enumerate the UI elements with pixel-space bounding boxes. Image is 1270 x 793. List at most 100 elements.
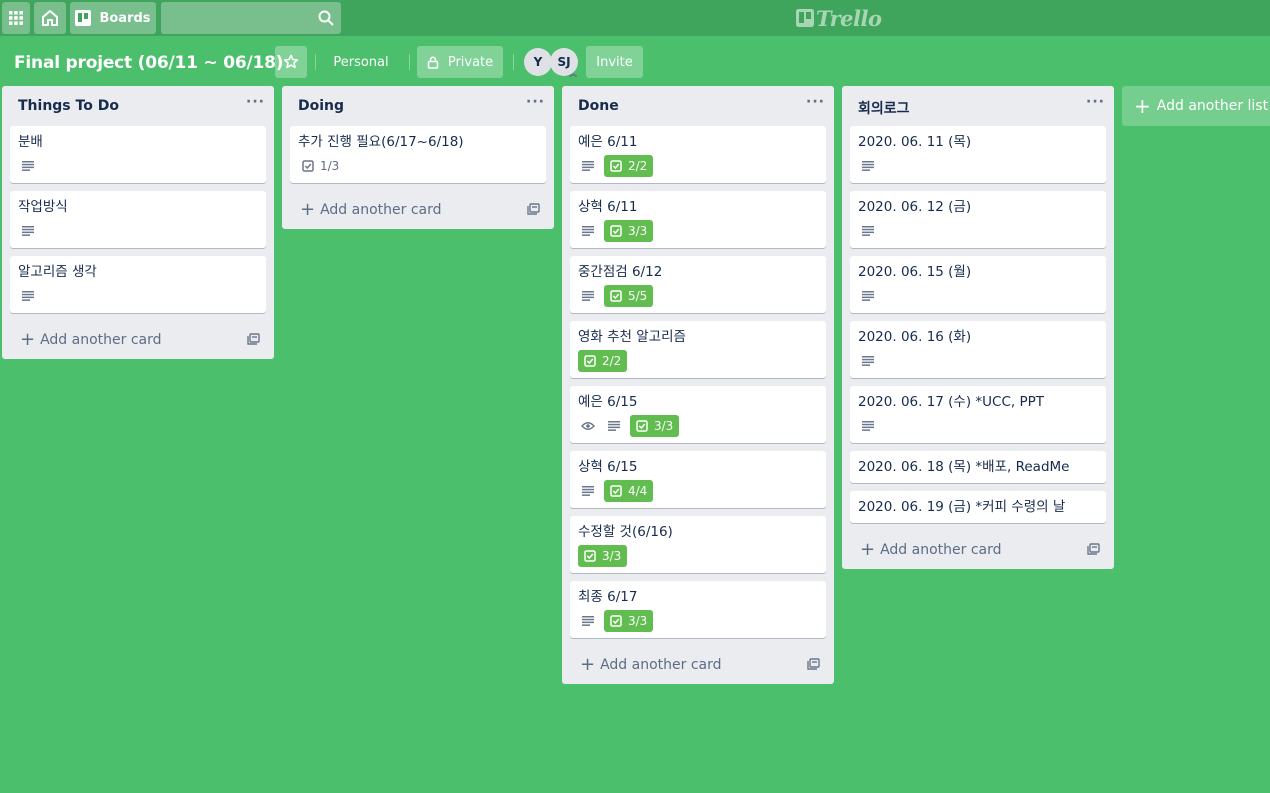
- card[interactable]: 2020. 06. 15 (월): [850, 256, 1106, 313]
- card-template-icon[interactable]: [1087, 543, 1100, 559]
- avatar-initials: SJ: [557, 55, 571, 69]
- list-menu-icon[interactable]: ···: [1086, 95, 1104, 112]
- trello-logo[interactable]: Trello: [796, 4, 882, 32]
- list-header[interactable]: Done ···: [562, 86, 834, 126]
- card[interactable]: 상혁 6/11 3/3: [570, 191, 826, 248]
- trello-logo-icon: [796, 9, 814, 27]
- checklist-count: 3/3: [602, 549, 622, 563]
- card[interactable]: 수정할 것(6/16) 3/3: [570, 516, 826, 573]
- description-icon: [578, 156, 598, 176]
- invite-button[interactable]: Invite: [586, 46, 643, 78]
- member-avatar[interactable]: Y: [524, 48, 552, 76]
- card[interactable]: 중간점검 6/12 5/5: [570, 256, 826, 313]
- card[interactable]: 2020. 06. 19 (금) *커피 수령의 날: [850, 491, 1106, 523]
- card[interactable]: 영화 추천 알고리즘 2/2: [570, 321, 826, 378]
- description-icon: [858, 221, 878, 241]
- description-icon: [604, 416, 624, 436]
- description-icon: [18, 156, 38, 176]
- card[interactable]: 추가 진행 필요(6/17~6/18) 1/3: [290, 126, 546, 183]
- card-title: 예은 6/11: [578, 134, 638, 150]
- plus-icon: +: [860, 539, 876, 560]
- description-icon: [578, 286, 598, 306]
- list-menu-icon[interactable]: ···: [526, 95, 544, 112]
- card-template-icon[interactable]: [247, 333, 260, 349]
- checklist-badge: 3/3: [630, 415, 680, 437]
- add-list-button[interactable]: + Add another list: [1122, 86, 1270, 126]
- apps-grid-icon: [9, 11, 23, 25]
- add-card-label: Add another card: [880, 542, 1002, 558]
- team-personal-button[interactable]: Personal: [321, 46, 401, 78]
- add-card-button[interactable]: + Add another card: [10, 321, 266, 359]
- boards-icon: [75, 10, 92, 26]
- card-badges: 1/3: [298, 153, 538, 179]
- search-icon: [318, 10, 334, 26]
- checklist-badge: 5/5: [604, 285, 654, 307]
- board-title[interactable]: Final project (06/11 ~ 06/18): [14, 50, 284, 76]
- card-title: 상혁 6/15: [578, 459, 638, 475]
- list-menu-icon[interactable]: ···: [806, 95, 824, 112]
- checklist-count: 3/3: [628, 224, 648, 238]
- card[interactable]: 작업방식: [10, 191, 266, 248]
- card-title: 2020. 06. 17 (수) *UCC, PPT: [858, 394, 1045, 410]
- plus-icon: +: [580, 654, 596, 675]
- boards-button[interactable]: Boards: [70, 2, 156, 34]
- list: Things To Do ··· 분배작업방식알고리즘 생각 + Add another…: [2, 86, 274, 359]
- header-divider: [409, 54, 410, 70]
- card-badges: 3/3: [578, 543, 818, 569]
- card[interactable]: 2020. 06. 16 (화): [850, 321, 1106, 378]
- apps-button[interactable]: [2, 2, 30, 34]
- card[interactable]: 예은 6/11 2/2: [570, 126, 826, 183]
- checklist-count: 2/2: [628, 159, 648, 173]
- visibility-private-button[interactable]: Private: [417, 46, 503, 78]
- card-badges: [18, 283, 258, 309]
- add-card-button[interactable]: + Add another card: [290, 191, 546, 229]
- logo-text: Trello: [816, 5, 882, 31]
- card-template-icon[interactable]: [527, 203, 540, 219]
- card-title: 최종 6/17: [578, 589, 638, 605]
- checklist-count: 2/2: [602, 354, 622, 368]
- card[interactable]: 2020. 06. 17 (수) *UCC, PPT: [850, 386, 1106, 443]
- card[interactable]: 2020. 06. 12 (금): [850, 191, 1106, 248]
- card[interactable]: 상혁 6/15 4/4: [570, 451, 826, 508]
- description-icon: [578, 611, 598, 631]
- list-menu-icon[interactable]: ···: [246, 95, 264, 112]
- list: Doing ··· 추가 진행 필요(6/17~6/18) 1/3 + Add anoth…: [282, 86, 554, 229]
- checklist-count: 1/3: [320, 159, 340, 173]
- card-badges: 3/3: [578, 608, 818, 634]
- card[interactable]: 분배: [10, 126, 266, 183]
- list-title[interactable]: Things To Do: [18, 98, 119, 114]
- card[interactable]: 알고리즘 생각: [10, 256, 266, 313]
- add-card-button[interactable]: + Add another card: [570, 646, 826, 684]
- list-title[interactable]: Done: [578, 98, 619, 114]
- checklist-icon: [584, 355, 602, 367]
- card[interactable]: 최종 6/17 3/3: [570, 581, 826, 638]
- description-icon: [18, 286, 38, 306]
- add-card-button[interactable]: + Add another card: [850, 531, 1106, 569]
- list-header[interactable]: Doing ···: [282, 86, 554, 126]
- card-badges: [18, 218, 258, 244]
- card[interactable]: 2020. 06. 11 (목): [850, 126, 1106, 183]
- checklist-icon: [636, 420, 654, 432]
- card-badges: [18, 153, 258, 179]
- card-badges: [858, 413, 1098, 439]
- card-template-icon[interactable]: [807, 658, 820, 674]
- boards-label: Boards: [99, 10, 151, 26]
- checklist-badge: 3/3: [604, 610, 654, 632]
- description-icon: [858, 351, 878, 371]
- list: 회의로그 ··· 2020. 06. 11 (목) 2020. 06. 12 (금) 2…: [842, 86, 1114, 569]
- card[interactable]: 예은 6/15 3/3: [570, 386, 826, 443]
- list-header[interactable]: Things To Do ···: [2, 86, 274, 126]
- card[interactable]: 2020. 06. 18 (목) *배포, ReadMe: [850, 451, 1106, 483]
- list-header[interactable]: 회의로그 ···: [842, 86, 1114, 126]
- home-icon: [42, 10, 58, 26]
- list-title[interactable]: 회의로그: [858, 101, 910, 117]
- card-title: 2020. 06. 12 (금): [858, 199, 972, 215]
- list-title[interactable]: Doing: [298, 98, 344, 114]
- home-button[interactable]: [34, 2, 66, 34]
- member-avatar[interactable]: SJ ︽: [550, 48, 578, 78]
- star-board-button[interactable]: [275, 46, 307, 78]
- search-input[interactable]: [161, 2, 341, 34]
- card-badges: [858, 283, 1098, 309]
- checklist-icon: [610, 615, 628, 627]
- watching-eye-icon: [578, 416, 598, 436]
